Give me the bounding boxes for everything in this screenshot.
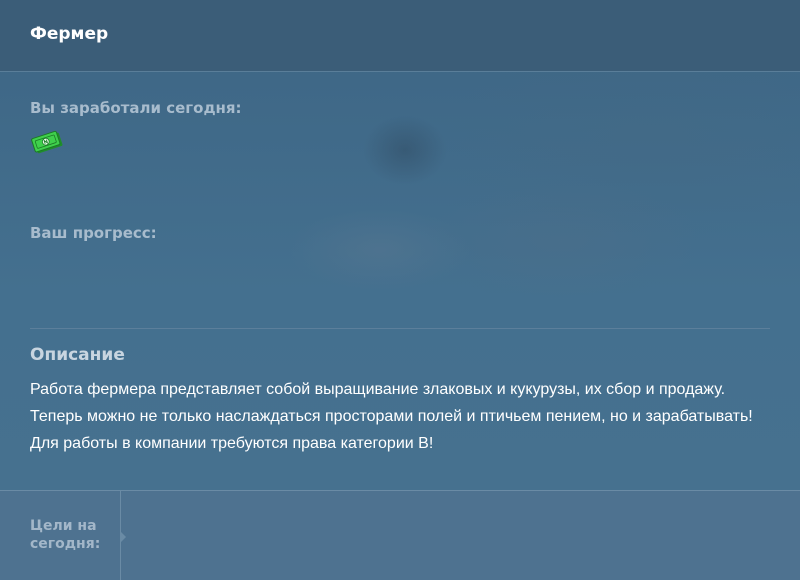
description-line: Работа фермера представляет собой выращи… [30,381,726,398]
progress-label: Ваш прогресс: [30,224,157,242]
description-text: Работа фермера представляет собой выращи… [30,376,780,457]
header-bar: Фермер [0,0,800,72]
job-panel: Фермер Вы заработали сегодня: Ваш прогре… [0,0,800,580]
goals-footer: Цели на сегодня: [0,490,800,580]
goals-label: Цели на сегодня: [30,518,101,552]
earnings-label: Вы заработали сегодня: [30,99,242,117]
money-bill-icon [30,129,66,155]
page-title: Фермер [30,24,109,44]
divider [30,328,770,329]
description-title: Описание [30,345,125,365]
description-line: Для работы в компании требуются права ка… [30,435,434,452]
chevron-right-icon [121,532,126,542]
description-line: Теперь можно не только наслаждаться прос… [30,408,753,425]
